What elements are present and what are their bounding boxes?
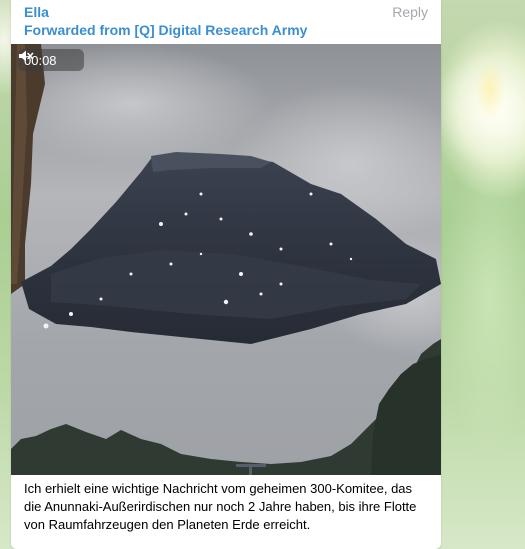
sender-name[interactable]: Ella — [24, 4, 49, 20]
speaker-muted-icon[interactable] — [19, 50, 78, 67]
video-player[interactable]: 00:08 — [11, 44, 441, 475]
message-text: Ich erhielt eine wichtige Nachricht vom … — [24, 481, 417, 532]
forwarded-from-link[interactable]: Forwarded from [Q] Digital Research Army — [24, 22, 307, 38]
video-frame — [11, 44, 441, 475]
message-bubble[interactable]: Ella Reply Forwarded from [Q] Digital Re… — [11, 0, 441, 549]
wallpaper-flower-center — [475, 60, 505, 120]
reply-button[interactable]: Reply — [392, 4, 428, 20]
video-duration-badge[interactable]: 00:08 — [18, 49, 84, 71]
